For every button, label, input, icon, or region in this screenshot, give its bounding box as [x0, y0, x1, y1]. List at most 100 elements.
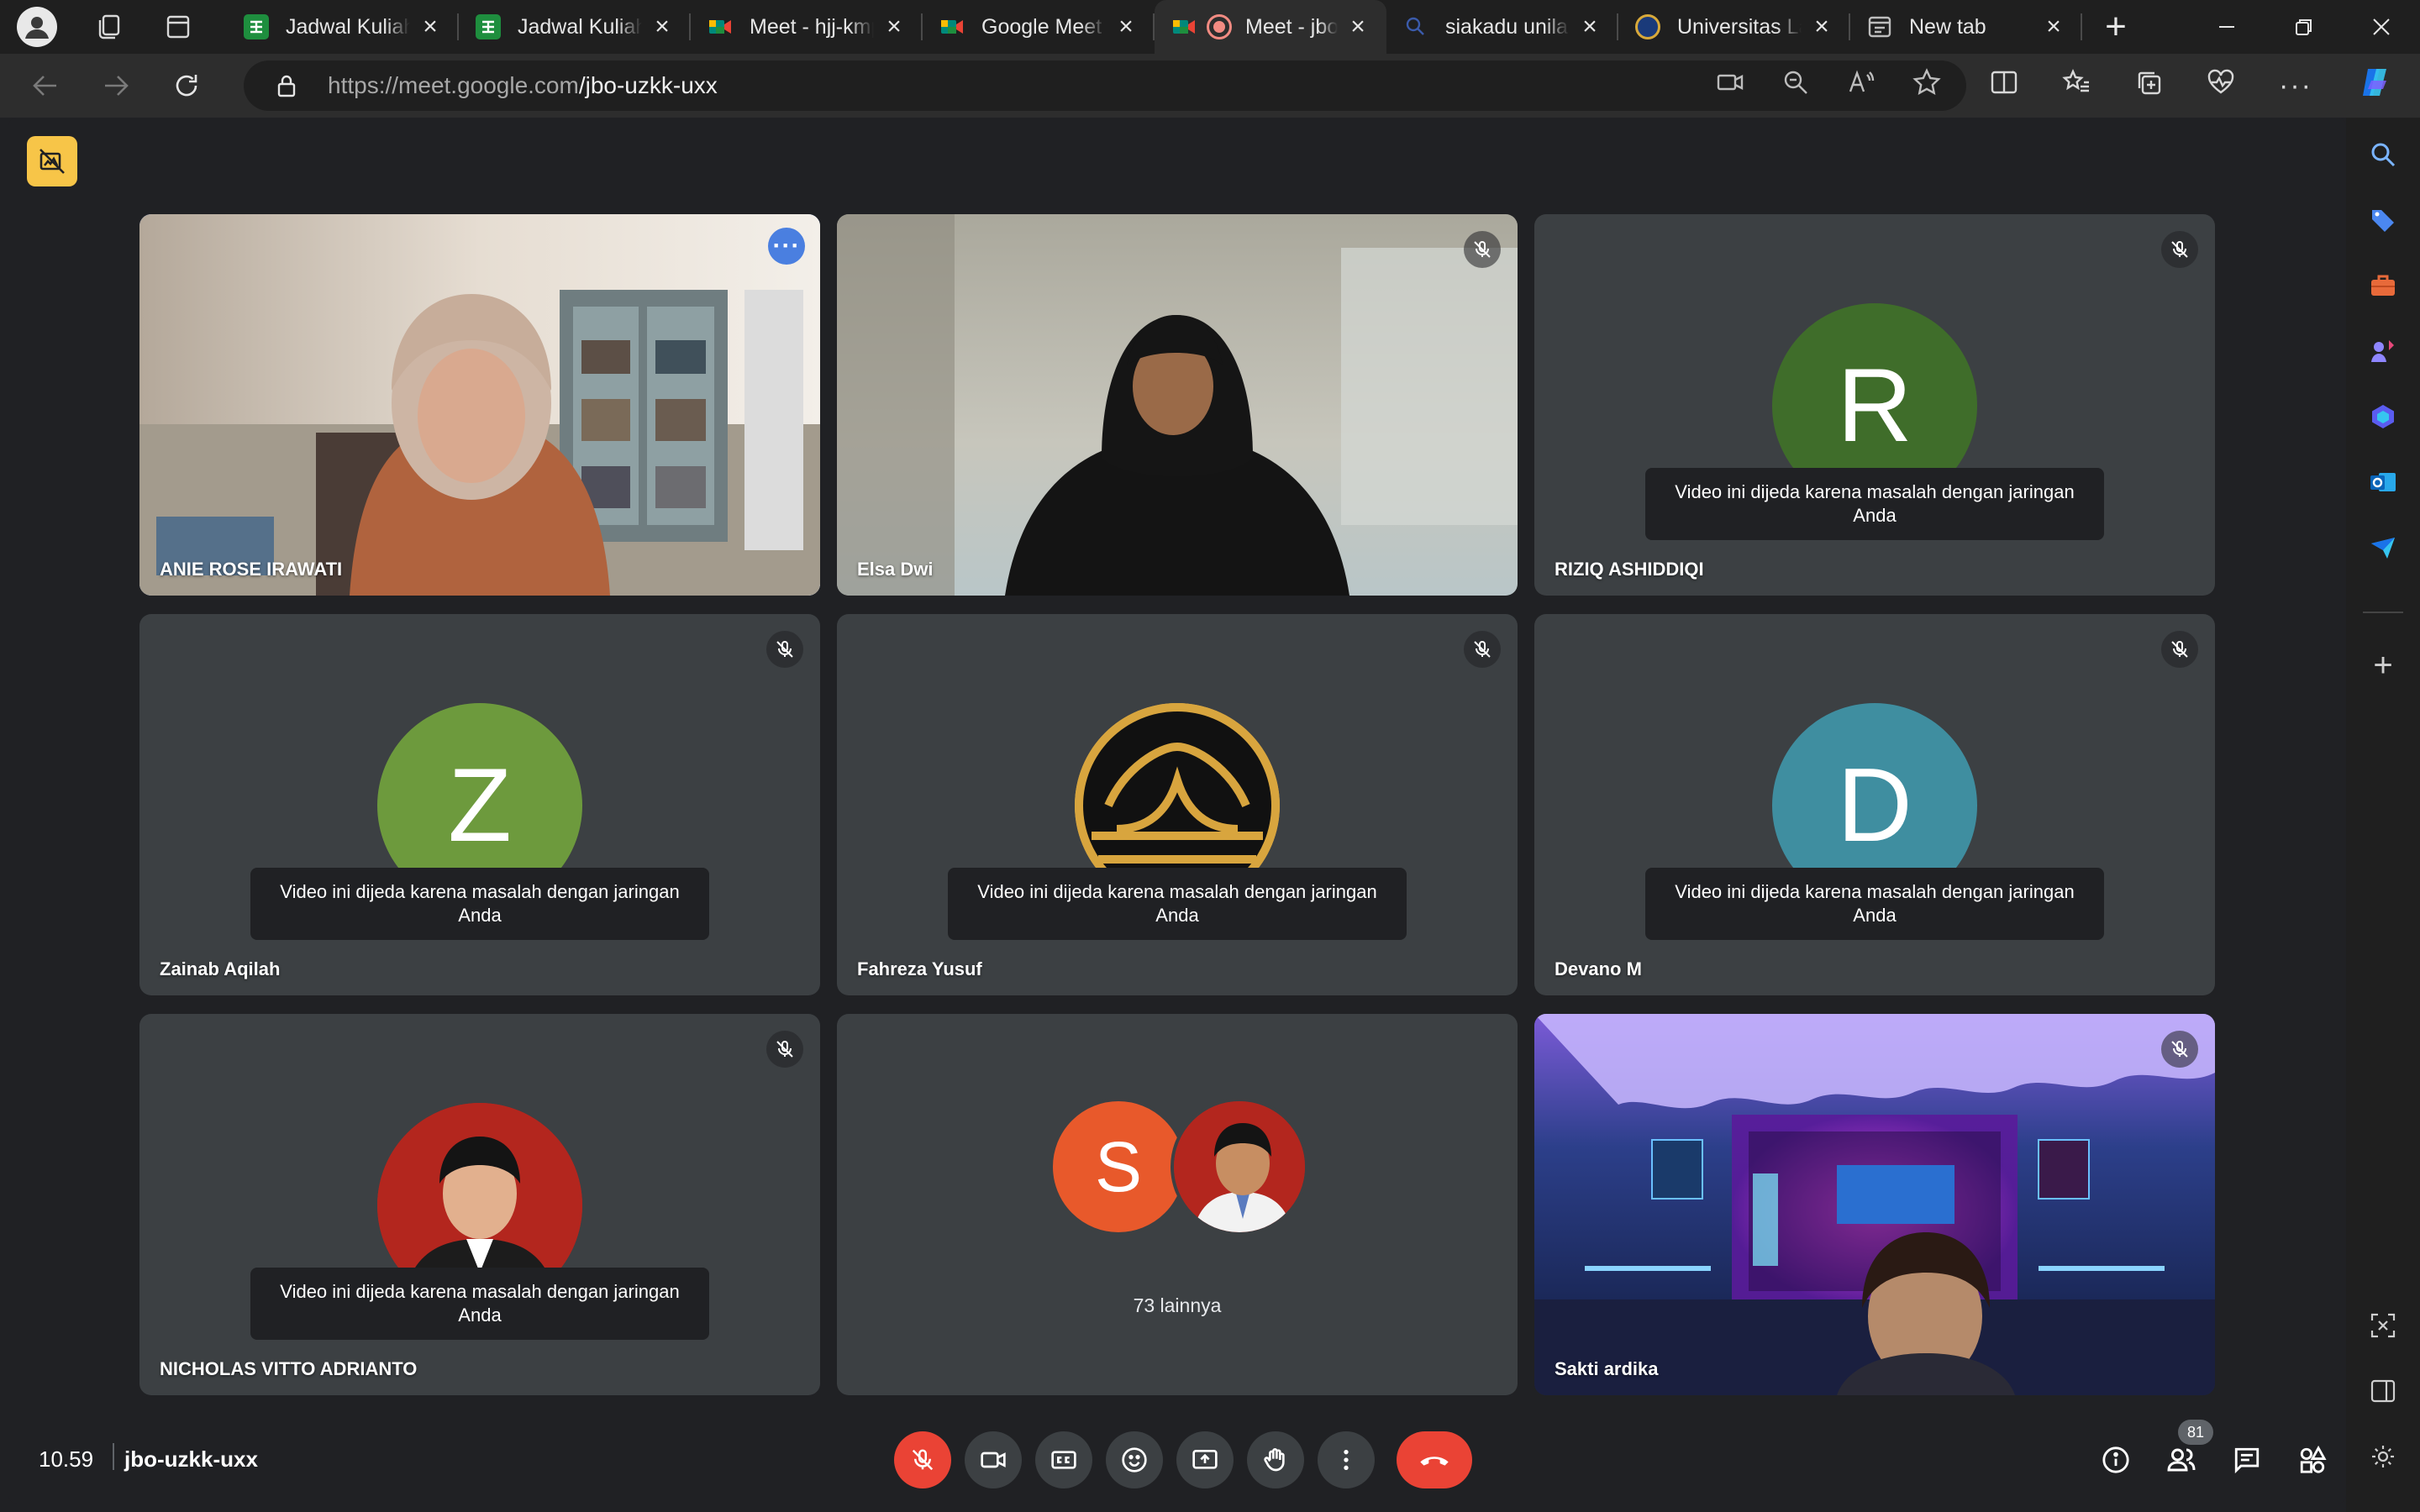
video-paused-message: Video ini dijeda karena masalah dengan j…	[1645, 868, 2104, 940]
participant-tile[interactable]: R Video ini dijeda karena masalah dengan…	[1534, 214, 2215, 596]
mic-off-icon	[1464, 231, 1501, 268]
camera-toggle-button[interactable]	[965, 1431, 1022, 1488]
tab-jadwal-kuliah-2[interactable]: Jadwal Kuliah ×	[459, 0, 691, 54]
forward-arrow-icon[interactable]	[91, 60, 141, 111]
participant-name: RIZIQ ASHIDDIQI	[1555, 559, 1704, 580]
sidebar-settings-gear-icon[interactable]	[2365, 1438, 2402, 1475]
add-sidebar-app-plus-icon[interactable]: +	[2365, 647, 2402, 684]
browser-essentials-icon[interactable]	[2207, 68, 2235, 103]
participant-tile[interactable]: Elsa Dwi	[837, 214, 1518, 596]
hang-up-icon	[1420, 1457, 1449, 1466]
mic-off-toggle-button[interactable]	[894, 1431, 951, 1488]
meeting-clock: 10.59	[39, 1446, 94, 1472]
participant-tile[interactable]: Video ini dijeda karena masalah dengan j…	[837, 614, 1518, 995]
activities-shapes-icon	[2300, 1446, 2327, 1473]
zoom-icon[interactable]	[1781, 68, 1810, 103]
close-tab-icon[interactable]: ×	[1578, 13, 1602, 41]
close-tab-icon[interactable]: ×	[650, 13, 674, 41]
participant-tile[interactable]: ··· ANIE ROSE IRAWATI	[139, 214, 820, 596]
hide-sidebar-icon[interactable]	[2365, 1373, 2402, 1410]
leave-call-button[interactable]	[1397, 1431, 1472, 1488]
tab-jadwal-kuliah-1[interactable]: Jadwal Kuliah ×	[227, 0, 459, 54]
tab-google-meet[interactable]: Google Meet ×	[923, 0, 1155, 54]
send-paper-plane-icon[interactable]	[2365, 529, 2402, 566]
avatar: S	[1050, 1098, 1187, 1236]
participant-count-badge: 81	[2178, 1420, 2213, 1445]
tab-title: siakadu unila	[1445, 14, 1568, 39]
poor-connection-icon[interactable]	[27, 136, 77, 186]
more-vertical-icon	[1344, 1450, 1349, 1470]
tab-title: Meet - hjj-kmpq-xqa	[750, 14, 874, 39]
hand-icon	[1264, 1448, 1285, 1472]
camera-icon	[981, 1452, 1006, 1468]
recording-icon	[1207, 14, 1232, 39]
close-tab-icon[interactable]: ×	[418, 13, 442, 41]
mic-off-icon	[766, 631, 803, 668]
read-aloud-icon[interactable]	[1847, 68, 1876, 103]
close-tab-icon[interactable]: ×	[1810, 13, 1833, 41]
chat-icon	[2234, 1447, 2260, 1474]
favorite-star-icon[interactable]	[1912, 68, 1941, 103]
search-icon[interactable]	[2365, 136, 2402, 173]
address-toolbar: https://meet.google.com/jbo-uzkk-uxx ···	[0, 54, 2420, 118]
video-paused-message: Video ini dijeda karena masalah dengan j…	[948, 868, 1407, 940]
close-tab-icon[interactable]: ×	[882, 13, 906, 41]
screenshot-capture-icon[interactable]	[2365, 1307, 2402, 1344]
people-button[interactable]: 81	[2158, 1420, 2213, 1488]
outlook-icon[interactable]	[2365, 464, 2402, 501]
more-options-dots-icon[interactable]: ···	[768, 228, 805, 265]
present-icon	[1192, 1450, 1218, 1469]
collections-icon[interactable]	[2134, 68, 2163, 103]
tab-title: Jadwal Kuliah	[286, 14, 410, 39]
reactions-button[interactable]	[1106, 1431, 1163, 1488]
captions-button[interactable]	[1035, 1431, 1092, 1488]
tab-siakadu-unila[interactable]: siakadu unila ×	[1386, 0, 1618, 54]
raise-hand-button[interactable]	[1247, 1431, 1304, 1488]
favorites-icon[interactable]	[2062, 68, 2091, 103]
new-tab-plus-icon[interactable]: +	[2091, 2, 2141, 52]
tab-meet-hjj[interactable]: Meet - hjj-kmpq-xqa ×	[691, 0, 923, 54]
profile-avatar-icon[interactable]	[17, 7, 57, 47]
close-window-icon[interactable]	[2343, 0, 2420, 54]
tab-meet-jbo-active[interactable]: Meet - jbo-uzkk-uxx ×	[1155, 0, 1386, 54]
camera-permission-icon[interactable]	[1716, 68, 1744, 103]
tools-briefcase-icon[interactable]	[2365, 267, 2402, 304]
tab-actions-icon[interactable]	[160, 8, 197, 45]
more-options-icon[interactable]: ···	[2279, 70, 2312, 102]
shopping-tag-icon[interactable]	[2365, 202, 2402, 239]
participant-tile[interactable]: Sakti ardika	[1534, 1014, 2215, 1395]
close-tab-icon[interactable]: ×	[1346, 13, 1370, 41]
close-tab-icon[interactable]: ×	[2042, 13, 2065, 41]
restore-icon[interactable]	[2265, 0, 2343, 54]
microsoft-365-icon[interactable]	[2365, 398, 2402, 435]
participant-name: NICHOLAS VITTO ADRIANTO	[160, 1358, 418, 1379]
others-count-label: 73 lainnya	[1133, 1294, 1222, 1316]
url-bar[interactable]: https://meet.google.com/jbo-uzkk-uxx	[244, 60, 1966, 111]
reload-icon[interactable]	[161, 60, 212, 111]
participant-tile[interactable]: Video ini dijeda karena masalah dengan j…	[139, 1014, 820, 1395]
sheets-icon	[244, 14, 269, 39]
close-tab-icon[interactable]: ×	[1114, 13, 1138, 41]
others-tile[interactable]: S 73 lainnya	[837, 1014, 1518, 1395]
meeting-code: jbo-uzkk-uxx	[124, 1446, 258, 1472]
more-options-button[interactable]	[1318, 1431, 1375, 1488]
tab-new-tab[interactable]: New tab ×	[1850, 0, 2082, 54]
present-screen-button[interactable]	[1176, 1431, 1234, 1488]
participant-tile[interactable]: D Video ini dijeda karena masalah dengan…	[1534, 614, 2215, 995]
back-arrow-icon[interactable]	[20, 60, 71, 111]
copilot-icon[interactable]	[2356, 64, 2393, 108]
captions-icon	[1051, 1451, 1076, 1469]
workspaces-icon[interactable]	[91, 8, 128, 45]
avatar	[1171, 1098, 1308, 1236]
minimize-icon[interactable]	[2188, 0, 2265, 54]
games-icon[interactable]	[2365, 333, 2402, 370]
tab-title: Google Meet	[981, 14, 1102, 39]
video-paused-message: Video ini dijeda karena masalah dengan j…	[250, 868, 709, 940]
participant-tile[interactable]: Z Video ini dijeda karena masalah dengan…	[139, 614, 820, 995]
chat-button[interactable]	[2223, 1431, 2270, 1488]
meeting-details-button[interactable]	[2092, 1431, 2139, 1488]
tab-universitas-lampung[interactable]: Universitas Lampung ×	[1618, 0, 1850, 54]
activities-button[interactable]	[2289, 1431, 2336, 1488]
split-screen-icon[interactable]	[1990, 68, 2018, 103]
mic-off-icon	[2161, 1031, 2198, 1068]
